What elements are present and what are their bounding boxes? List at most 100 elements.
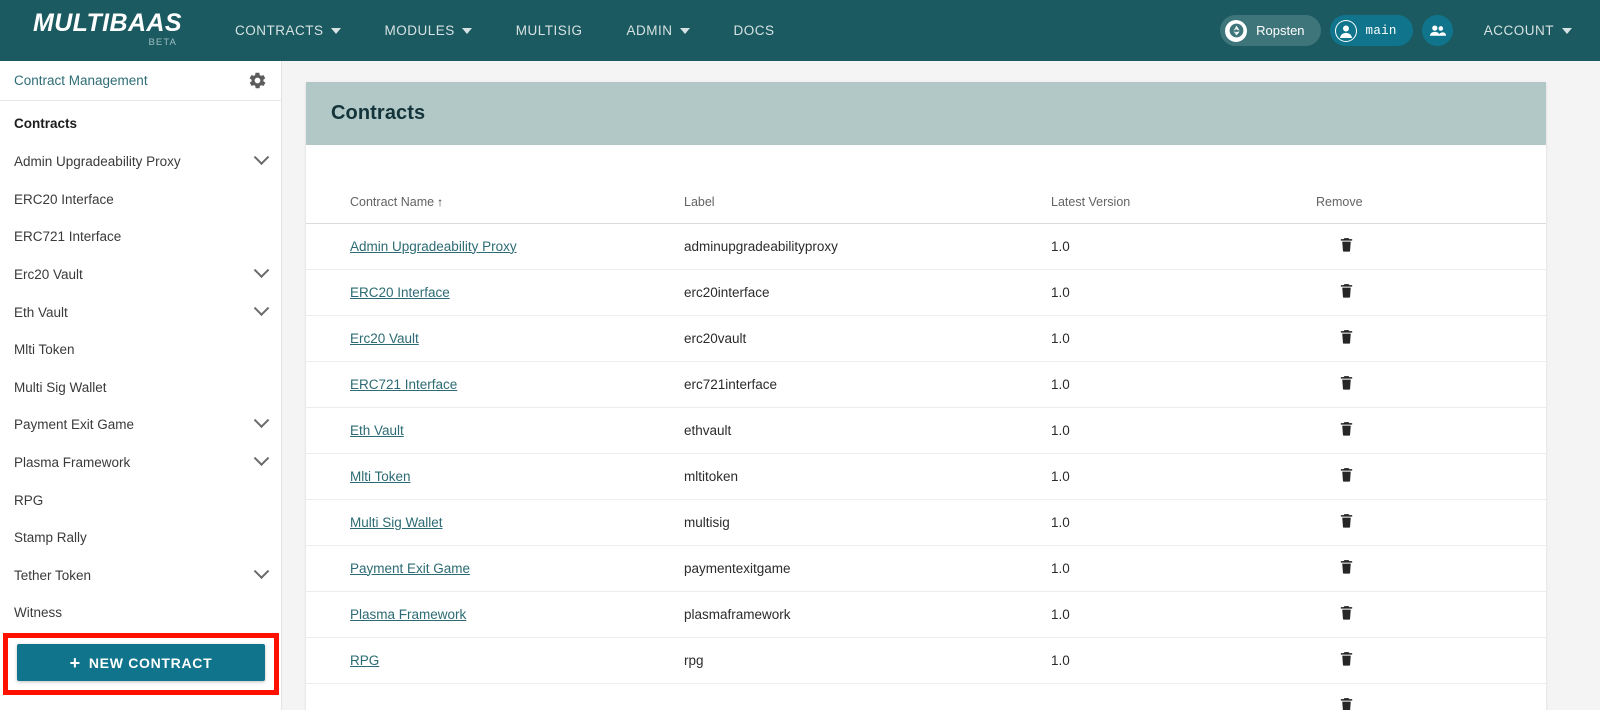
nav-links: CONTRACTS MODULES MULTISIG ADMIN DOCS (213, 0, 797, 61)
sidebar-item-witness[interactable]: Witness (0, 594, 281, 632)
sidebar-item-label: RPG (14, 492, 44, 508)
table-row: Mlti Token mltitoken 1.0 (306, 452, 1546, 499)
contract-link[interactable]: RPG (350, 653, 379, 668)
sidebar-item-label: Witness (14, 605, 63, 621)
sidebar-item-label: Tether Token (14, 567, 92, 583)
new-contract-highlight: + NEW CONTRACT (3, 633, 279, 695)
trash-icon[interactable] (1338, 419, 1355, 438)
table-row: Admin Upgradeability Proxy adminupgradeab… (306, 222, 1546, 269)
cell-latest-version: 1.0 (1051, 222, 1316, 269)
cell-contract-name: RPG (306, 636, 684, 683)
trash-icon[interactable] (1338, 465, 1355, 484)
sidebar-section-title: Contracts (14, 116, 78, 131)
cell-contract-name: Mlti Token (306, 452, 684, 499)
sidebar-item-erc20-vault[interactable]: Erc20 Vault (0, 256, 281, 294)
table-row: Erc20 Vault erc20vault 1.0 (306, 314, 1546, 361)
chevron-down-icon[interactable] (253, 262, 270, 279)
cell-label: plasmaframework (684, 590, 1051, 637)
trash-icon[interactable] (1338, 603, 1355, 622)
contract-link[interactable]: Payment Exit Game (350, 561, 470, 576)
column-header-contract-name[interactable]: Contract Name ↑ (306, 145, 684, 223)
sidebar-item-stamp-rally[interactable]: Stamp Rally (0, 519, 281, 557)
trash-icon[interactable] (1338, 695, 1355, 710)
cell-remove (1316, 406, 1546, 453)
trash-icon[interactable] (1338, 327, 1355, 346)
sidebar-item-mlti-token[interactable]: Mlti Token (0, 331, 281, 369)
cell-remove (1316, 590, 1546, 637)
cell-label: erc20interface (684, 268, 1051, 315)
sidebar-item-label: Stamp Rally (14, 530, 87, 546)
trash-icon[interactable] (1338, 649, 1355, 668)
nav-item-contracts[interactable]: CONTRACTS (213, 0, 363, 61)
trash-icon[interactable] (1338, 557, 1355, 576)
cell-contract-name: Admin Upgradeability Proxy (306, 222, 684, 269)
trash-icon[interactable] (1338, 281, 1355, 300)
sidebar-item-label: Eth Vault (14, 304, 68, 320)
user-pill[interactable]: main (1329, 15, 1413, 46)
column-header-latest-version[interactable]: Latest Version (1051, 145, 1316, 223)
column-header-contract-name-label: Contract Name (350, 194, 435, 209)
sidebar-item-eth-vault[interactable]: Eth Vault (0, 293, 281, 331)
cell-contract-name: Multi Sig Wallet (306, 498, 684, 545)
contract-link[interactable]: ERC721 Interface (350, 377, 457, 392)
people-icon[interactable] (1421, 15, 1453, 46)
sidebar-item-payment-exit-game[interactable]: Payment Exit Game (0, 406, 281, 444)
chevron-down-icon[interactable] (253, 300, 270, 316)
sidebar-item-admin-upgradeability-proxy[interactable]: Admin Upgradeability Proxy (0, 143, 281, 181)
cell-remove (1316, 544, 1546, 591)
sidebar-item-plasma-framework[interactable]: Plasma Framework (0, 444, 281, 482)
brand-logo[interactable]: MULTIBAAS BETA (33, 9, 191, 53)
chevron-down-icon[interactable] (253, 563, 270, 579)
trash-icon[interactable] (1338, 373, 1355, 392)
gear-icon[interactable] (248, 71, 267, 90)
account-menu-label: ACCOUNT (1483, 23, 1554, 38)
column-header-remove: Remove (1316, 194, 1363, 209)
chevron-down-icon (330, 27, 341, 34)
sidebar-item-rpg[interactable]: RPG (0, 481, 281, 519)
chevron-down-icon[interactable] (253, 149, 270, 166)
column-header-label[interactable]: Label (684, 145, 1051, 223)
contract-link[interactable]: Admin Upgradeability Proxy (350, 239, 517, 254)
chevron-down-icon[interactable] (253, 412, 270, 429)
contract-link[interactable]: Eth Vault (350, 423, 404, 438)
plus-icon: + (69, 652, 81, 673)
contract-link[interactable]: Multi Sig Wallet (350, 515, 443, 530)
sidebar-item-tether-token[interactable]: Tether Token (0, 557, 281, 595)
sidebar-item-erc20-interface[interactable]: ERC20 Interface (0, 181, 281, 219)
nav-item-modules[interactable]: MODULES (363, 0, 494, 61)
contract-link[interactable]: Plasma Framework (350, 607, 466, 622)
account-menu[interactable]: ACCOUNT (1484, 23, 1572, 38)
contract-link[interactable]: Mlti Token (350, 469, 411, 484)
trash-icon[interactable] (1338, 511, 1355, 530)
new-contract-button[interactable]: + NEW CONTRACT (17, 644, 265, 681)
cell-latest-version: 1.0 (1051, 268, 1316, 315)
cell-label: erc721interface (684, 360, 1051, 407)
table-body: Admin Upgradeability Proxy adminupgradeab… (306, 222, 1546, 710)
nav-item-multisig[interactable]: MULTISIG (494, 0, 605, 61)
nav-item-admin[interactable]: ADMIN (605, 0, 712, 61)
sidebar-item-label: Multi Sig Wallet (14, 379, 107, 395)
main-content: Contracts Contract Name ↑ Label Latest Ve… (282, 61, 1600, 710)
contract-link[interactable]: ERC20 Interface (350, 285, 450, 300)
contract-link[interactable]: Erc20 Vault (350, 331, 419, 346)
chevron-down-icon[interactable] (253, 450, 270, 467)
trash-icon[interactable] (1338, 235, 1355, 254)
sidebar-item-multi-sig-wallet[interactable]: Multi Sig Wallet (0, 369, 281, 407)
sidebar-contract-list: Admin Upgradeability Proxy ERC20 Interfac… (0, 143, 281, 632)
network-pill[interactable]: Ropsten (1220, 15, 1321, 46)
sidebar: Contract Management Contracts Admin Upgr… (0, 61, 282, 710)
cell-contract-name: ERC721 Interface (306, 360, 684, 407)
cell-remove (1316, 222, 1546, 269)
cell-remove (1316, 268, 1546, 315)
nav-item-docs[interactable]: DOCS (712, 0, 797, 61)
sidebar-item-erc721-interface[interactable]: ERC721 Interface (0, 218, 281, 256)
cell-contract-name: Plasma Framework (306, 590, 684, 637)
cell-latest-version (1051, 682, 1316, 710)
sidebar-item-label: Admin Upgradeability Proxy (14, 154, 181, 170)
cell-contract-name: Erc20 Vault (306, 314, 684, 361)
contracts-card: Contracts Contract Name ↑ Label Latest Ve… (306, 82, 1546, 710)
sidebar-header-title[interactable]: Contract Management (14, 73, 148, 88)
page-title: Contracts (331, 102, 426, 124)
cell-latest-version: 1.0 (1051, 498, 1316, 545)
brand-name: MULTIBAAS (33, 8, 182, 37)
